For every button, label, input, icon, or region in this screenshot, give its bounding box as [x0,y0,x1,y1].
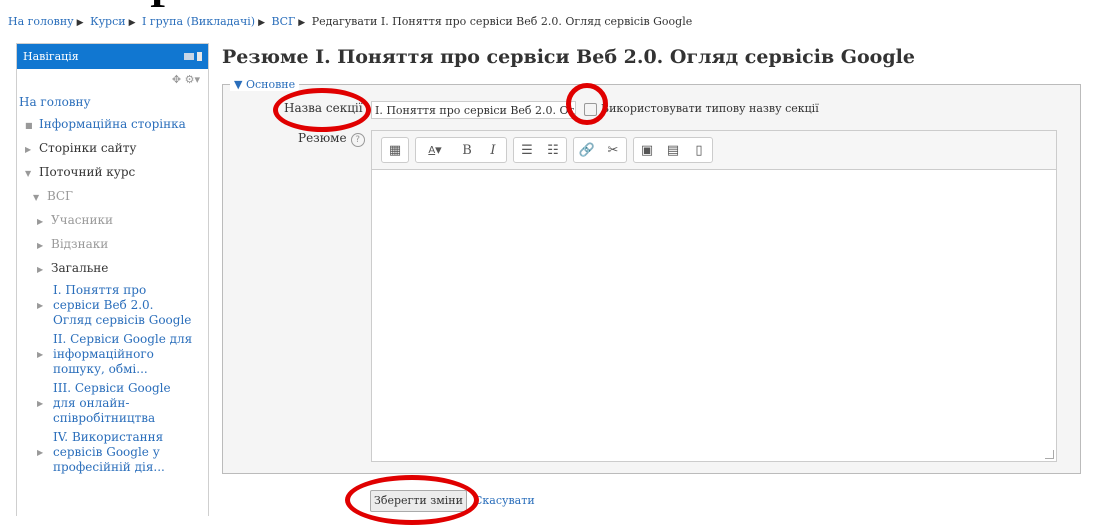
section-name-input[interactable]: І. Поняття про сервіси Веб 2.0. Огл [371,101,576,119]
bold-icon[interactable]: B [454,138,480,162]
summary-editor[interactable]: ▦ A ▾ B I ☰ ☷ 🔗 ✂ ▣ ▤ ▯ [371,130,1057,462]
breadcrumb: На головну ▶ Курси ▶ І група (Викладачі) ▶ … [8,15,692,28]
section-name-label: Назва секції [284,101,363,115]
nav-item-section-2[interactable]: ▶ ІІ. Сервіси Google для інформаційного п… [19,330,208,379]
page-title: Резюме І. Поняття про сервіси Веб 2.0. О… [222,46,915,68]
move-icon[interactable]: ✥ [172,73,181,86]
use-default-name-checkbox[interactable] [584,103,597,116]
dock-block-icon[interactable] [197,52,202,61]
nav-item-course[interactable]: ▼ ВСГ [19,185,208,209]
block-tools: ✥ ⚙▾ [17,69,208,91]
fieldset-legend[interactable]: ▼ Основне [230,78,300,91]
summary-label: Резюме [298,131,347,145]
navigation-block: Навігація ✥ ⚙▾ На головну ■ Інформаційна … [16,43,209,516]
navigation-header: Навігація [17,44,208,69]
ordered-list-icon[interactable]: ☷ [540,138,566,162]
collapse-icon[interactable]: ▼ [234,78,246,91]
nav-item-section-3[interactable]: ▶ ІІІ. Сервіси Google для онлайн-співробі… [19,379,208,428]
toolbar-group: ▦ [381,137,409,163]
breadcrumb-sep-icon: ▶ [76,18,84,28]
media-icon[interactable]: ▤ [660,138,686,162]
cancel-link[interactable]: Скасувати [474,494,535,507]
use-default-name-label[interactable]: Використовувати типову назву секції [601,102,819,115]
nav-item-home[interactable]: На головну [19,91,208,113]
breadcrumb-group[interactable]: І група (Викладачі) [142,15,255,28]
square-bullet-icon: ■ [25,121,33,130]
hide-block-icon[interactable] [184,53,194,60]
image-icon[interactable]: ▣ [634,138,660,162]
nav-item-section-1[interactable]: ▶ І. Поняття про сервіси Веб 2.0. Огляд с… [19,281,208,330]
nav-item-info-page[interactable]: ■ Інформаційна сторінка [19,113,208,137]
unordered-list-icon[interactable]: ☰ [514,138,540,162]
breadcrumb-current: Редагувати І. Поняття про сервіси Веб 2.… [311,15,693,28]
editor-toolbar: ▦ A ▾ B I ☰ ☷ 🔗 ✂ ▣ ▤ ▯ [372,131,1056,170]
help-icon[interactable]: ? [350,133,365,147]
nav-item-general[interactable]: ▶ Загальне [19,257,208,281]
navigation-tree: На головну ■ Інформаційна сторінка ▶ Сторі… [17,91,208,477]
editor-content-area[interactable] [372,170,1056,461]
expand-icon[interactable]: ▶ [37,235,51,257]
expand-icon[interactable]: ▶ [37,347,53,362]
nav-item-site-pages[interactable]: ▶ Сторінки сайту [19,137,208,161]
expand-icon[interactable]: ▶ [37,445,53,460]
nav-item-badges[interactable]: ▶ Відзнаки [19,233,208,257]
manage-files-icon[interactable]: ▯ [686,138,712,162]
toolbar-group: ▣ ▤ ▯ [633,137,713,163]
breadcrumb-sep-icon: ▶ [298,18,306,28]
save-changes-button[interactable]: Зберегти зміни [370,490,467,512]
expand-icon[interactable]: ▶ [25,139,39,161]
toolbar-group: 🔗 ✂ [573,137,627,163]
breadcrumb-sep-icon: ▶ [128,18,136,28]
cropped-heading: Р [0,0,1100,14]
expand-icon[interactable]: ▶ [37,298,53,313]
nav-item-current-course[interactable]: ▼ Поточний курс [19,161,208,185]
navigation-title: Навігація [23,50,79,63]
collapse-icon[interactable]: ▼ [25,163,39,185]
expand-icon[interactable]: ▶ [37,396,53,411]
italic-icon[interactable]: I [480,138,506,162]
toolbar-group: A ▾ B I [415,137,507,163]
nav-item-section-4[interactable]: ▶ IV. Використання сервісів Google у проф… [19,428,208,477]
show-more-buttons-icon[interactable]: ▦ [382,138,408,162]
summary-label-wrap: Резюме? [298,131,365,147]
collapse-icon[interactable]: ▼ [33,187,47,209]
link-icon[interactable]: 🔗 [574,138,600,162]
resize-handle-icon[interactable] [1045,450,1054,459]
nav-item-participants[interactable]: ▶ Учасники [19,209,208,233]
paragraph-styles-icon[interactable]: A ▾ [416,138,454,162]
unlink-icon[interactable]: ✂ [600,138,626,162]
breadcrumb-home[interactable]: На головну [8,15,74,28]
expand-icon[interactable]: ▶ [37,259,51,281]
expand-icon[interactable]: ▶ [37,211,51,233]
gear-icon[interactable]: ⚙▾ [185,73,200,86]
breadcrumb-sep-icon: ▶ [258,18,265,28]
toolbar-group: ☰ ☷ [513,137,567,163]
dock-controls[interactable] [184,52,202,61]
breadcrumb-course[interactable]: ВСГ [271,15,295,28]
breadcrumb-courses[interactable]: Курси [90,15,126,28]
